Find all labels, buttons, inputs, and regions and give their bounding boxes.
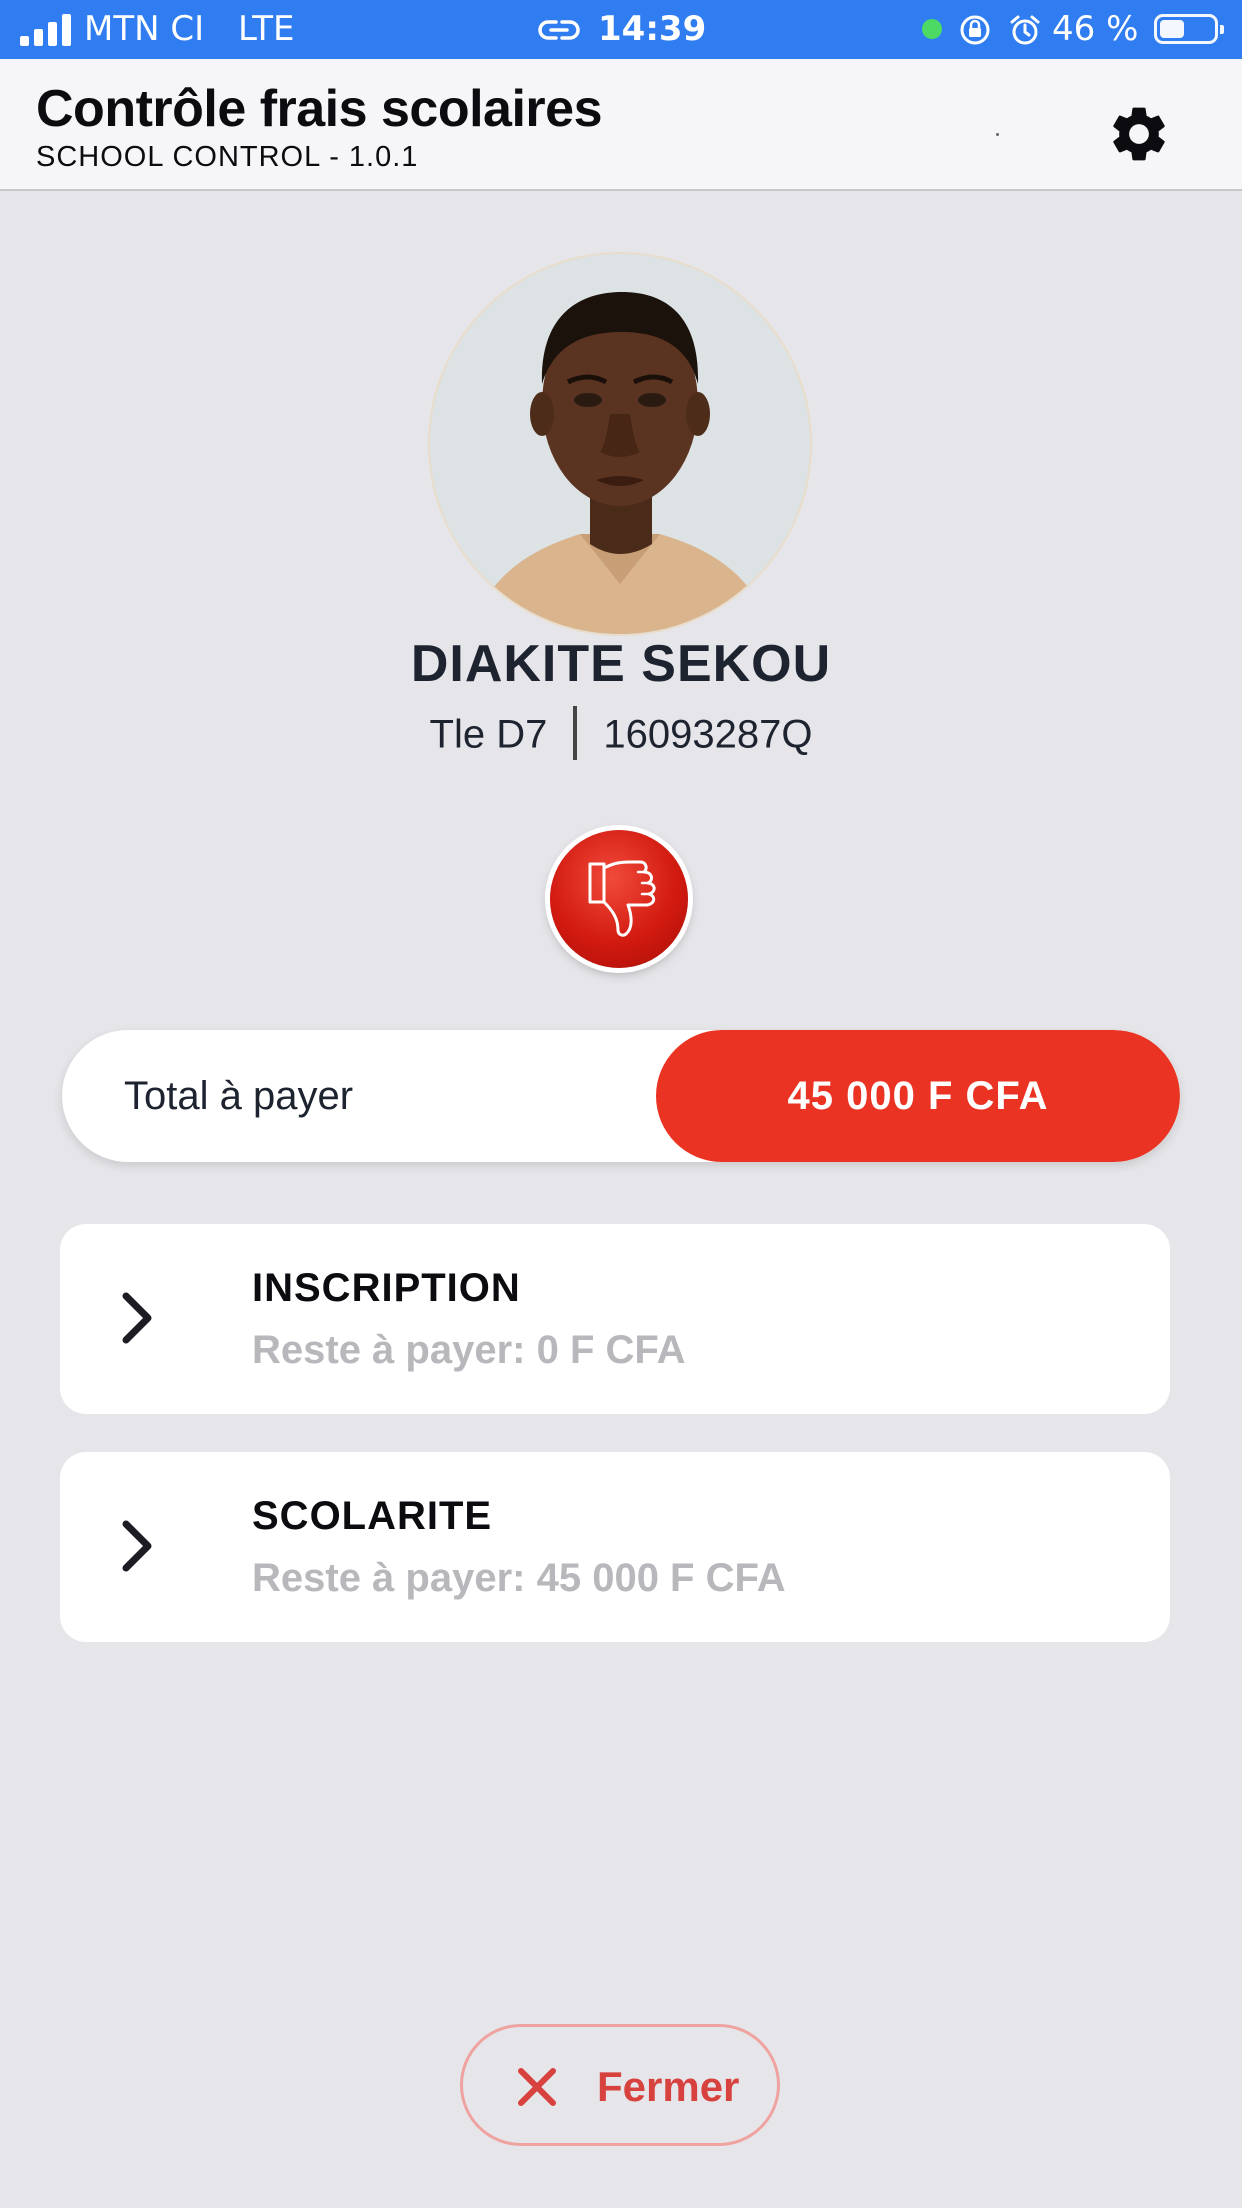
student-name: DIAKITE SEKOU (410, 635, 832, 693)
fee-title: SCOLARITE (252, 1494, 493, 1538)
clock: 14:39 (598, 9, 707, 49)
link-icon (538, 20, 580, 40)
network-label: LTE (238, 9, 295, 49)
fee-remaining: Reste à payer: 45 000 F CFA (252, 1556, 786, 1600)
close-button-label: Fermer (597, 2063, 740, 2110)
fee-title: INSCRIPTION (252, 1266, 521, 1310)
separator (573, 706, 578, 760)
camera-indicator-icon (922, 19, 942, 39)
student-meta: Tle D7 16093287Q (0, 706, 1242, 764)
signal-icon (20, 14, 72, 46)
carrier-label: MTN CI (84, 9, 205, 49)
dot-decoration (996, 133, 999, 136)
fee-remaining: Reste à payer: 0 F CFA (252, 1328, 686, 1372)
total-amount: 45 000 F CFA (656, 1030, 1180, 1162)
student-class: Tle D7 (429, 712, 548, 757)
battery-icon (1154, 14, 1224, 44)
battery-percent: 46 % (1052, 9, 1139, 49)
status-bar: MTN CI LTE 14:39 46 % (0, 0, 1242, 59)
gear-icon[interactable] (1106, 101, 1172, 167)
total-label: Total à payer (124, 1074, 354, 1118)
rotation-lock-icon (960, 15, 990, 45)
total-summary: Total à payer 45 000 F CFA (62, 1030, 1180, 1162)
student-id: 16093287Q (603, 712, 813, 757)
app-header: Contrôle frais scolaires SCHOOL CONTROL … (0, 59, 1242, 191)
student-photo (428, 252, 812, 636)
page-title: Contrôle frais scolaires (36, 80, 603, 138)
fee-card-inscription[interactable]: INSCRIPTION Reste à payer: 0 F CFA (60, 1224, 1170, 1414)
chevron-right-icon (122, 1292, 152, 1344)
payment-status-badge (550, 830, 688, 968)
chevron-right-icon (122, 1520, 152, 1572)
app-version-subtitle: SCHOOL CONTROL - 1.0.1 (36, 141, 419, 173)
thumbs-down-icon (588, 860, 656, 937)
close-icon (518, 2068, 556, 2106)
close-button[interactable]: Fermer (460, 2024, 780, 2146)
fee-card-scolarite[interactable]: SCOLARITE Reste à payer: 45 000 F CFA (60, 1452, 1170, 1642)
alarm-icon (1010, 15, 1040, 45)
